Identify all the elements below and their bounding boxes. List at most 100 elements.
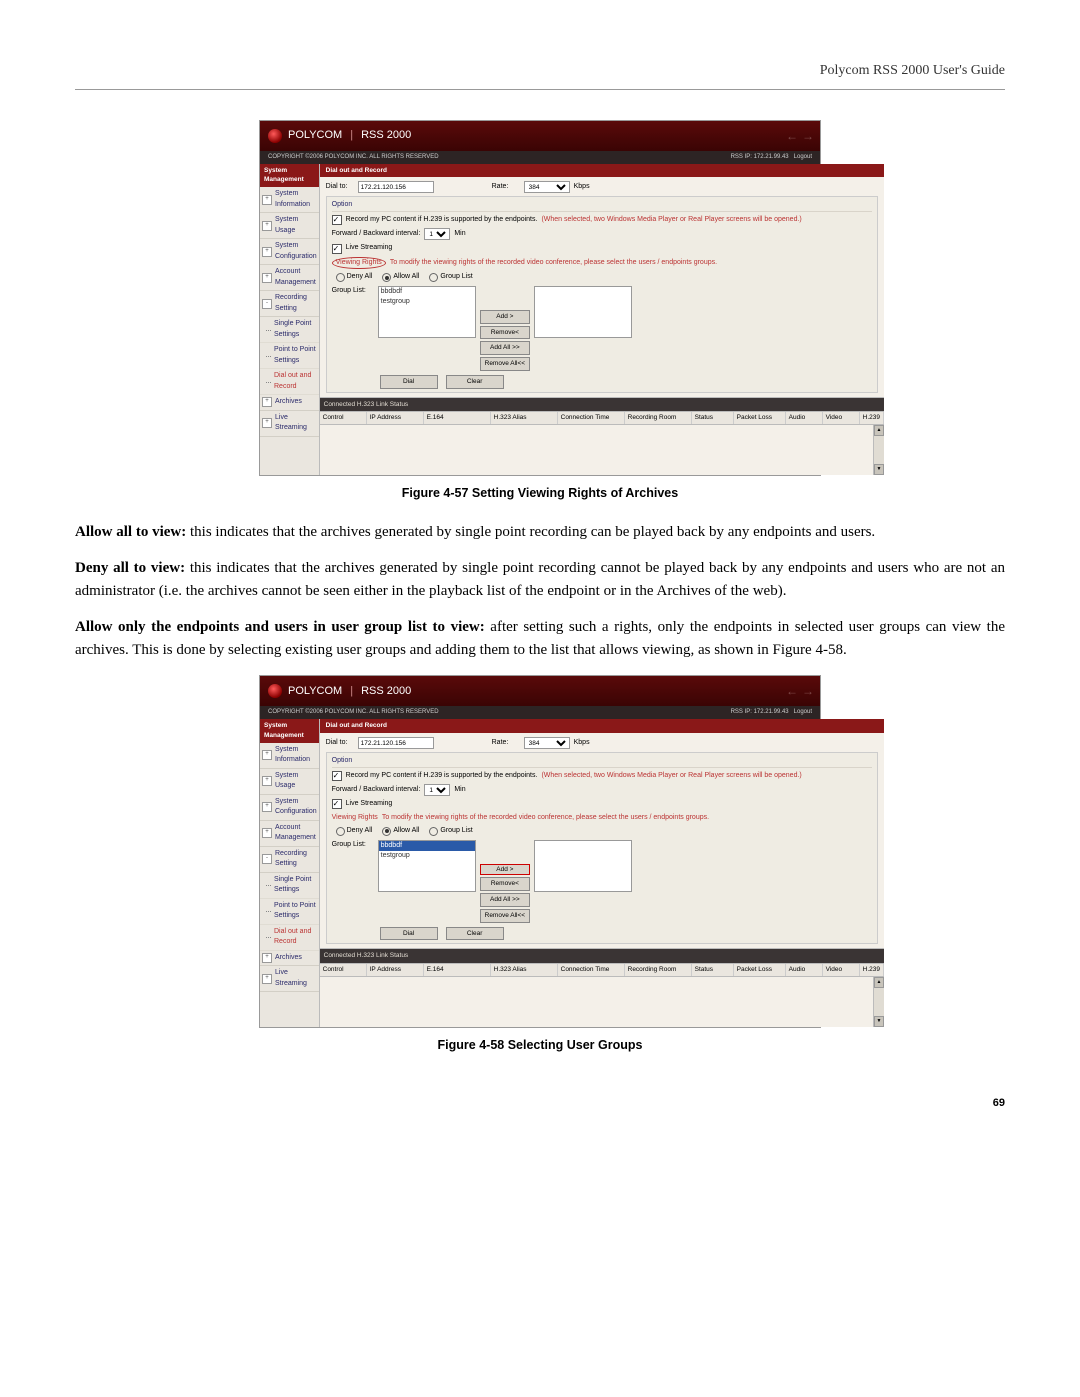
dial-to-label: Dial to: <box>326 182 354 193</box>
scroll-down-icon[interactable]: ▼ <box>874 464 884 475</box>
nav-list: +System Information +System Usage +Syste… <box>260 187 319 437</box>
record-pc-label: Record my PC content if H.239 is support… <box>346 215 538 226</box>
nav-forward-icon[interactable]: → <box>802 682 814 700</box>
page-number: 69 <box>75 1095 1005 1112</box>
dial-to-input[interactable] <box>358 737 434 749</box>
group-list-target[interactable] <box>534 286 632 338</box>
kbps-label: Kbps <box>574 182 590 193</box>
deny-all-radio[interactable]: Deny All <box>336 826 373 837</box>
status-bar-title: Connected H.323 Link Status <box>320 398 884 412</box>
group-list-label: Group List: <box>332 286 374 297</box>
nav-system-information[interactable]: +System Information <box>260 187 319 213</box>
forward-interval-label: Forward / Backward interval: <box>332 229 421 240</box>
group-item-0[interactable]: bbdbdf <box>379 287 475 298</box>
group-list-target[interactable] <box>534 840 632 892</box>
add-button[interactable]: Add > <box>480 864 530 876</box>
allow-all-radio[interactable]: Allow All <box>382 826 419 837</box>
nav-system-configuration[interactable]: +System Configuration <box>260 795 319 821</box>
nav-recording-setting[interactable]: -Recording Setting <box>260 847 319 873</box>
group-list-source[interactable]: bbdbdf testgroup <box>378 840 476 892</box>
status-table-header: Control IP Address E.164 H.323 Alias Con… <box>320 411 884 425</box>
nav-live-streaming[interactable]: +Live Streaming <box>260 411 319 437</box>
dial-button[interactable]: Dial <box>380 375 438 389</box>
nav-point-to-point-settings[interactable]: Point to Point Settings <box>260 343 319 369</box>
live-streaming-label: Live Streaming <box>346 243 393 254</box>
nav-dial-out-and-record[interactable]: Dial out and Record <box>260 925 319 951</box>
brand: POLYCOM <box>288 127 342 144</box>
copyright: COPYRIGHT ©2006 POLYCOM INC. ALL RIGHTS … <box>268 153 439 162</box>
dial-button[interactable]: Dial <box>380 927 438 941</box>
add-all-button[interactable]: Add All >> <box>480 341 530 355</box>
rss-ip: RSS IP: 172.21.99.43 <box>731 154 789 160</box>
nav-back-icon[interactable]: ← <box>786 682 798 700</box>
product: RSS 2000 <box>361 127 411 144</box>
forward-interval-select[interactable]: 1 <box>424 784 450 796</box>
clear-button[interactable]: Clear <box>446 927 504 941</box>
nav-forward-icon[interactable]: → <box>802 127 814 145</box>
paragraph-deny-all: Deny all to view: this indicates that th… <box>75 557 1005 602</box>
rate-label: Rate: <box>492 182 520 193</box>
figure-2-screenshot: POLYCOM | RSS 2000 ← → COPYRIGHT ©2006 P… <box>259 675 821 1028</box>
doc-header: Polycom RSS 2000 User's Guide <box>75 60 1005 81</box>
add-all-button[interactable]: Add All >> <box>480 893 530 907</box>
viewing-rights-label: Viewing Rights <box>332 813 378 824</box>
clear-button[interactable]: Clear <box>446 375 504 389</box>
group-list-radio[interactable]: Group List <box>429 272 472 283</box>
header-rule <box>75 89 1005 90</box>
add-button[interactable]: Add > <box>480 310 530 324</box>
status-table-body: ▲ ▼ <box>320 425 884 475</box>
remove-button[interactable]: Remove< <box>480 326 530 340</box>
nav-dial-out-and-record[interactable]: Dial out and Record <box>260 369 319 395</box>
logout-link[interactable]: Logout <box>794 709 812 715</box>
figure-1-screenshot: POLYCOM | RSS 2000 ← → COPYRIGHT ©2006 P… <box>259 120 821 477</box>
forward-interval-select[interactable]: 1 <box>424 228 450 240</box>
nav-archives[interactable]: +Archives <box>260 395 319 411</box>
paragraph-allow-all: Allow all to view: this indicates that t… <box>75 521 1005 544</box>
nav-live-streaming[interactable]: +Live Streaming <box>260 966 319 992</box>
logout-link[interactable]: Logout <box>794 154 812 160</box>
group-list-radio[interactable]: Group List <box>429 826 472 837</box>
polycom-logo-icon <box>268 129 282 143</box>
scroll-up-icon[interactable]: ▲ <box>874 425 884 436</box>
nav-system-configuration[interactable]: +System Configuration <box>260 239 319 265</box>
rate-select[interactable]: 384 <box>524 737 570 749</box>
figure-1-caption: Figure 4-57 Setting Viewing Rights of Ar… <box>75 484 1005 503</box>
record-pc-checkbox[interactable] <box>332 215 342 225</box>
nav-point-to-point-settings[interactable]: Point to Point Settings <box>260 899 319 925</box>
nav-recording-setting[interactable]: -Recording Setting <box>260 291 319 317</box>
min-label: Min <box>454 229 465 240</box>
remove-all-button[interactable]: Remove All<< <box>480 357 530 371</box>
nav-single-point-settings[interactable]: Single Point Settings <box>260 873 319 899</box>
rate-select[interactable]: 384 <box>524 181 570 193</box>
scrollbar[interactable]: ▲ ▼ <box>873 977 884 1027</box>
nav-account-management[interactable]: +Account Management <box>260 821 319 847</box>
deny-all-radio[interactable]: Deny All <box>336 272 373 283</box>
nav-system-usage[interactable]: +System Usage <box>260 769 319 795</box>
nav-system-information[interactable]: +System Information <box>260 743 319 769</box>
record-pc-hint: (When selected, two Windows Media Player… <box>541 215 801 226</box>
remove-all-button[interactable]: Remove All<< <box>480 909 530 923</box>
allow-all-radio[interactable]: Allow All <box>382 272 419 283</box>
nav-account-management[interactable]: +Account Management <box>260 265 319 291</box>
record-pc-checkbox[interactable] <box>332 771 342 781</box>
option-title: Option <box>332 200 872 212</box>
scroll-up-icon[interactable]: ▲ <box>874 977 884 988</box>
scroll-down-icon[interactable]: ▼ <box>874 1016 884 1027</box>
remove-button[interactable]: Remove< <box>480 877 530 891</box>
sidebar: System Management +System Information +S… <box>260 164 320 476</box>
live-streaming-checkbox[interactable] <box>332 799 342 809</box>
nav-back-icon[interactable]: ← <box>786 127 798 145</box>
group-list-source[interactable]: bbdbdf testgroup <box>378 286 476 338</box>
dial-to-input[interactable] <box>358 181 434 193</box>
polycom-logo-icon <box>268 684 282 698</box>
scrollbar[interactable]: ▲ ▼ <box>873 425 884 475</box>
main-panel: Dial out and Record Dial to: Rate: 384 K… <box>320 164 884 476</box>
nav-archives[interactable]: +Archives <box>260 951 319 967</box>
sidebar-title: System Management <box>260 164 319 188</box>
group-item-1[interactable]: testgroup <box>379 851 475 862</box>
nav-single-point-settings[interactable]: Single Point Settings <box>260 317 319 343</box>
live-streaming-checkbox[interactable] <box>332 244 342 254</box>
group-item-1[interactable]: testgroup <box>379 297 475 308</box>
group-item-0[interactable]: bbdbdf <box>379 841 475 852</box>
nav-system-usage[interactable]: +System Usage <box>260 213 319 239</box>
